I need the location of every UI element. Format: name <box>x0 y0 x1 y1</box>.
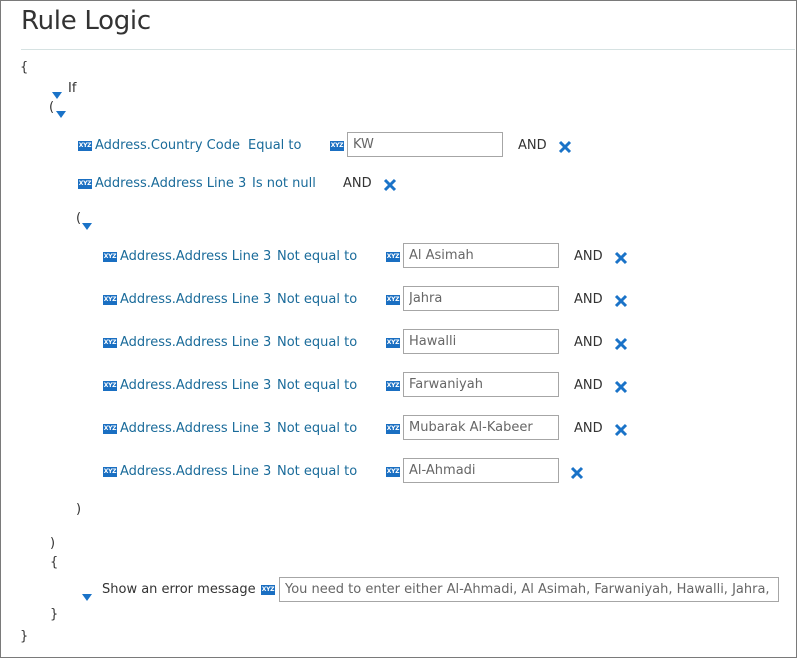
field-type-icon: XYZ <box>103 338 117 348</box>
action-open-brace: { <box>50 555 59 570</box>
condition-field[interactable]: Address.Country Code <box>95 138 240 153</box>
field-type-icon: XYZ <box>103 295 117 305</box>
and-connector[interactable]: AND <box>343 176 372 191</box>
group-value-input[interactable] <box>403 286 559 311</box>
group-condition-field[interactable]: Address.Address Line 3 <box>120 464 271 479</box>
group-condition-operator[interactable]: Not equal to <box>277 421 357 436</box>
field-type-icon: XYZ <box>78 179 92 189</box>
delete-condition-icon[interactable] <box>614 251 628 265</box>
and-connector[interactable]: AND <box>574 249 603 264</box>
group-condition-operator[interactable]: Not equal to <box>277 249 357 264</box>
group-value-input[interactable] <box>403 415 559 440</box>
nested-open-paren: ( <box>76 211 82 226</box>
condition-group-toggle[interactable] <box>56 105 66 123</box>
chevron-down-icon <box>56 111 66 118</box>
error-message-input[interactable] <box>279 577 779 602</box>
value-type-icon: XYZ <box>386 252 400 262</box>
group-condition-field[interactable]: Address.Address Line 3 <box>120 378 271 393</box>
delete-condition-icon[interactable] <box>614 337 628 351</box>
group-value-input[interactable] <box>403 243 559 268</box>
outer-close-brace: } <box>20 629 29 644</box>
condition-operator[interactable]: Equal to <box>248 138 301 153</box>
field-type-icon: XYZ <box>103 381 117 391</box>
value-type-icon: XYZ <box>386 467 400 477</box>
nested-group-toggle[interactable] <box>82 217 92 235</box>
and-connector[interactable]: AND <box>574 421 603 436</box>
field-type-icon: XYZ <box>103 467 117 477</box>
group-condition-operator[interactable]: Not equal to <box>277 335 357 350</box>
field-type-icon: XYZ <box>103 252 117 262</box>
chevron-down-icon <box>82 594 92 601</box>
field-type-icon: XYZ <box>78 141 92 151</box>
value-type-icon: XYZ <box>386 338 400 348</box>
value-type-icon: XYZ <box>386 295 400 305</box>
group-condition-field[interactable]: Address.Address Line 3 <box>120 249 271 264</box>
delete-condition-icon[interactable] <box>614 423 628 437</box>
field-type-icon: XYZ <box>103 424 117 434</box>
title-divider <box>21 49 795 50</box>
value-type-icon: XYZ <box>386 424 400 434</box>
condition-field[interactable]: Address.Address Line 3 <box>95 176 246 191</box>
group-condition-field[interactable]: Address.Address Line 3 <box>120 421 271 436</box>
delete-condition-icon[interactable] <box>614 380 628 394</box>
delete-condition-icon[interactable] <box>614 294 628 308</box>
and-connector[interactable]: AND <box>574 335 603 350</box>
nested-close-paren: ) <box>76 502 82 517</box>
delete-condition-icon[interactable] <box>570 466 584 480</box>
if-label: If <box>68 81 77 96</box>
condition-value-input[interactable] <box>347 132 503 157</box>
chevron-down-icon <box>52 92 62 99</box>
condition-close-paren: ) <box>50 536 56 551</box>
group-value-input[interactable] <box>403 458 559 483</box>
value-type-icon: XYZ <box>386 381 400 391</box>
and-connector[interactable]: AND <box>574 292 603 307</box>
outer-open-brace: { <box>20 60 29 75</box>
value-type-icon: XYZ <box>261 585 275 595</box>
group-condition-field[interactable]: Address.Address Line 3 <box>120 292 271 307</box>
action-close-brace: } <box>50 607 59 622</box>
delete-condition-icon[interactable] <box>383 178 397 192</box>
group-condition-operator[interactable]: Not equal to <box>277 464 357 479</box>
group-condition-field[interactable]: Address.Address Line 3 <box>120 335 271 350</box>
and-connector[interactable]: AND <box>574 378 603 393</box>
condition-operator[interactable]: Is not null <box>252 176 316 191</box>
group-condition-operator[interactable]: Not equal to <box>277 292 357 307</box>
chevron-down-icon <box>82 223 92 230</box>
delete-condition-icon[interactable] <box>558 140 572 154</box>
group-value-input[interactable] <box>403 372 559 397</box>
and-connector[interactable]: AND <box>518 138 547 153</box>
group-value-input[interactable] <box>403 329 559 354</box>
rule-logic-panel <box>0 0 797 658</box>
value-type-icon: XYZ <box>330 141 344 151</box>
group-condition-operator[interactable]: Not equal to <box>277 378 357 393</box>
action-collapse-toggle[interactable] <box>82 588 92 606</box>
page-title: Rule Logic <box>21 6 151 36</box>
condition-open-paren: ( <box>49 100 55 115</box>
action-label: Show an error message <box>102 582 256 597</box>
